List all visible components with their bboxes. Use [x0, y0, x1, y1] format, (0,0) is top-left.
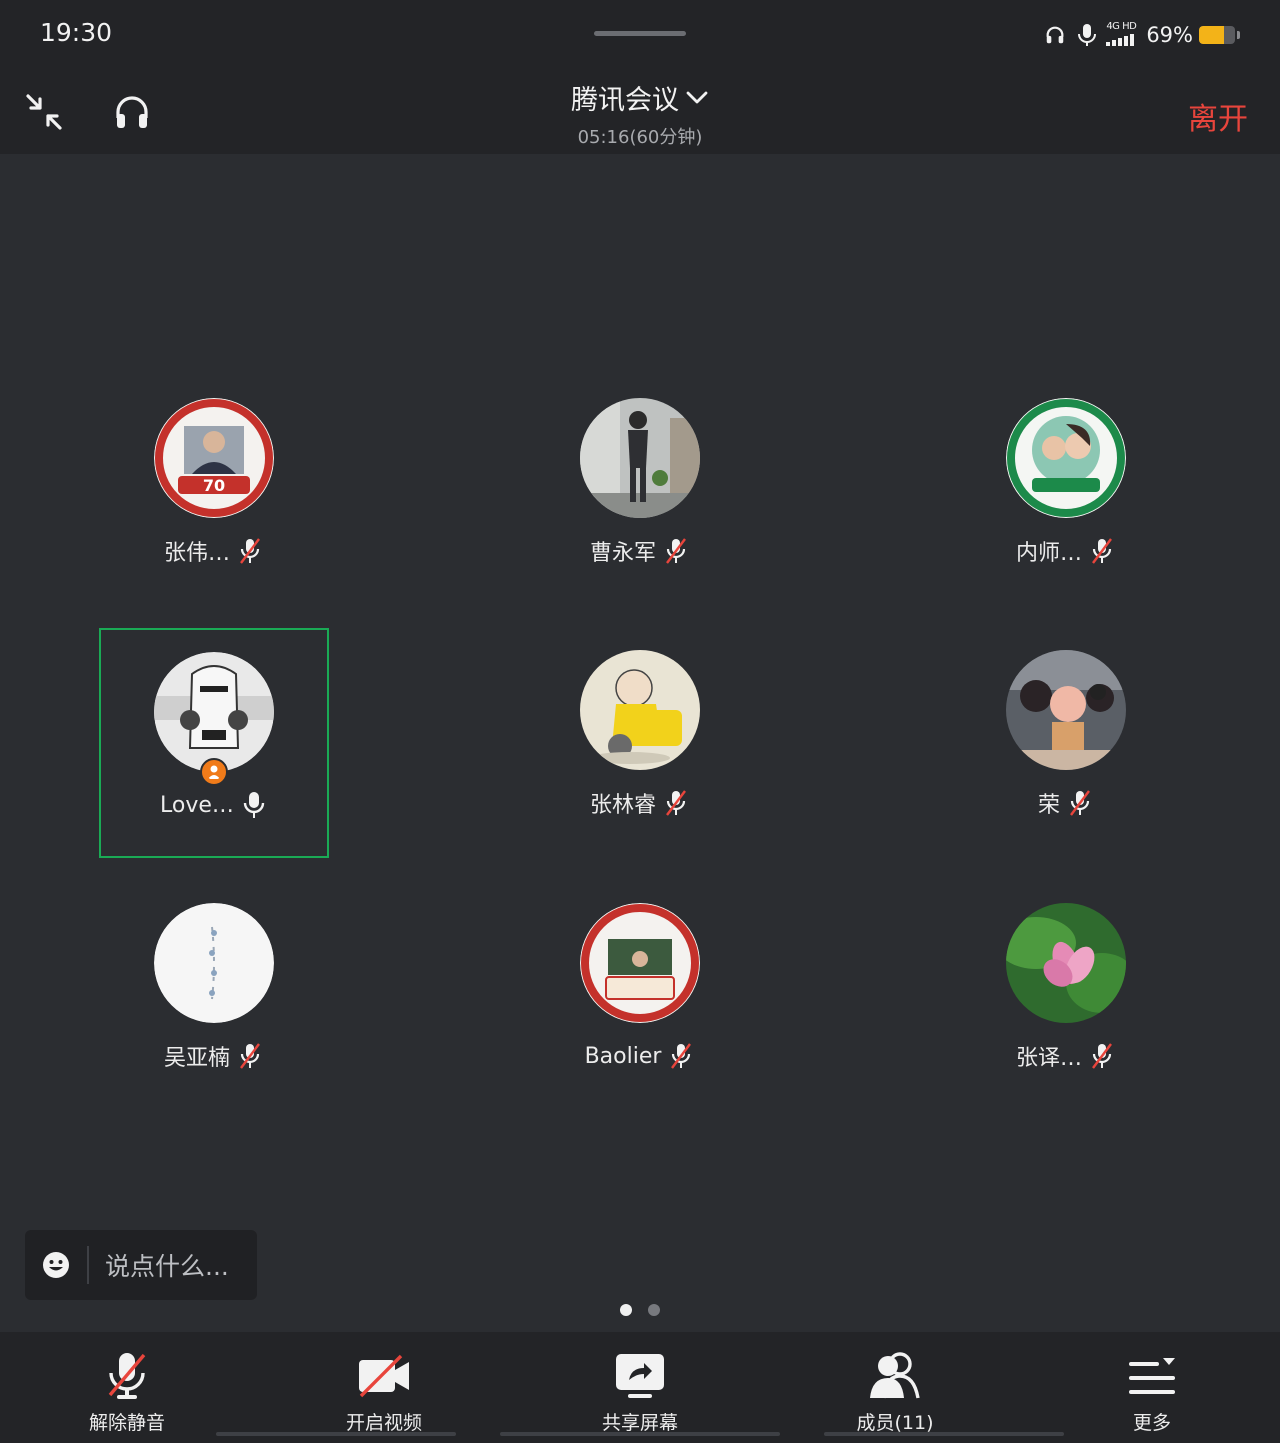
- avatar: 70: [154, 398, 274, 518]
- page-dot[interactable]: [648, 1304, 660, 1316]
- nav-indicator: [216, 1432, 456, 1436]
- participant-tile[interactable]: 荣: [951, 628, 1181, 858]
- start-video-button[interactable]: 开启视频: [304, 1350, 464, 1435]
- mic-muted-icon: [97, 1350, 157, 1402]
- more-button[interactable]: 更多: [1072, 1350, 1232, 1435]
- avatar: [154, 903, 274, 1023]
- host-badge: [200, 758, 228, 786]
- participant-tile[interactable]: 内师…: [951, 376, 1181, 606]
- participant-name: 张林睿: [589, 793, 656, 818]
- participant-name: Baolier: [584, 1043, 662, 1069]
- mic-muted-icon: [1088, 536, 1116, 566]
- avatar: [580, 650, 700, 770]
- unmute-label: 解除静音: [88, 1412, 165, 1434]
- avatar: [154, 652, 274, 786]
- participant-tile[interactable]: 张林睿: [525, 628, 755, 858]
- page-indicator: [620, 1304, 660, 1316]
- mic-muted-icon: [236, 536, 264, 566]
- more-label: 更多: [1132, 1412, 1171, 1434]
- members-label: 成员(11): [856, 1412, 934, 1434]
- emoji-icon[interactable]: [25, 1251, 87, 1279]
- avatar: [1006, 903, 1126, 1023]
- unmute-button[interactable]: 解除静音: [47, 1350, 207, 1435]
- chat-divider: [87, 1246, 89, 1284]
- mic-on-icon: [240, 790, 268, 820]
- participant-grid: 70 张伟… 曹永军 内师… Love… 张林睿 荣 吴亚楠 Baolier 张…: [0, 0, 1280, 1443]
- participant-name: 张译…: [1015, 1046, 1082, 1071]
- page-dot-current[interactable]: [620, 1304, 632, 1316]
- share-screen-label: 共享屏幕: [601, 1412, 678, 1434]
- mic-muted-icon: [1066, 788, 1094, 818]
- members-icon: [865, 1350, 925, 1402]
- mic-muted-icon: [662, 536, 690, 566]
- chat-input[interactable]: 说点什么...: [25, 1230, 257, 1300]
- participant-name: 荣: [1037, 793, 1060, 818]
- participant-tile[interactable]: 曹永军: [525, 376, 755, 606]
- nav-indicator: [500, 1432, 780, 1436]
- participant-name: Love…: [160, 792, 234, 818]
- participant-name: 吴亚楠: [163, 1046, 230, 1071]
- participant-name: 曹永军: [589, 541, 656, 566]
- mic-muted-icon: [236, 1041, 264, 1071]
- participant-tile[interactable]: 吴亚楠: [99, 881, 329, 1111]
- participant-name: 张伟…: [163, 541, 230, 566]
- mic-muted-icon: [662, 788, 690, 818]
- participant-tile[interactable]: 张译…: [951, 881, 1181, 1111]
- share-screen-icon: [610, 1350, 670, 1402]
- participant-tile-active-speaker[interactable]: Love…: [99, 628, 329, 858]
- mic-muted-icon: [1088, 1041, 1116, 1071]
- avatar: [580, 398, 700, 518]
- nav-indicator: [824, 1432, 1064, 1436]
- avatar: [1006, 398, 1126, 518]
- start-video-label: 开启视频: [345, 1412, 422, 1434]
- share-screen-button[interactable]: 共享屏幕: [560, 1350, 720, 1435]
- host-icon: [208, 765, 220, 779]
- mic-muted-icon: [667, 1041, 695, 1071]
- participant-name: 内师…: [1015, 541, 1082, 566]
- participant-tile[interactable]: 70 张伟…: [99, 376, 329, 606]
- video-off-icon: [354, 1350, 414, 1402]
- avatar: [1006, 650, 1126, 770]
- avatar: [580, 903, 700, 1023]
- bottom-toolbar: 解除静音 开启视频 共享屏幕 成员(11) 更多: [0, 1332, 1280, 1443]
- participant-tile[interactable]: Baolier: [525, 881, 755, 1111]
- chat-placeholder: 说点什么...: [105, 1252, 229, 1281]
- more-menu-icon: [1122, 1350, 1182, 1402]
- members-button[interactable]: 成员(11): [815, 1350, 975, 1435]
- svg-text:70: 70: [203, 476, 225, 495]
